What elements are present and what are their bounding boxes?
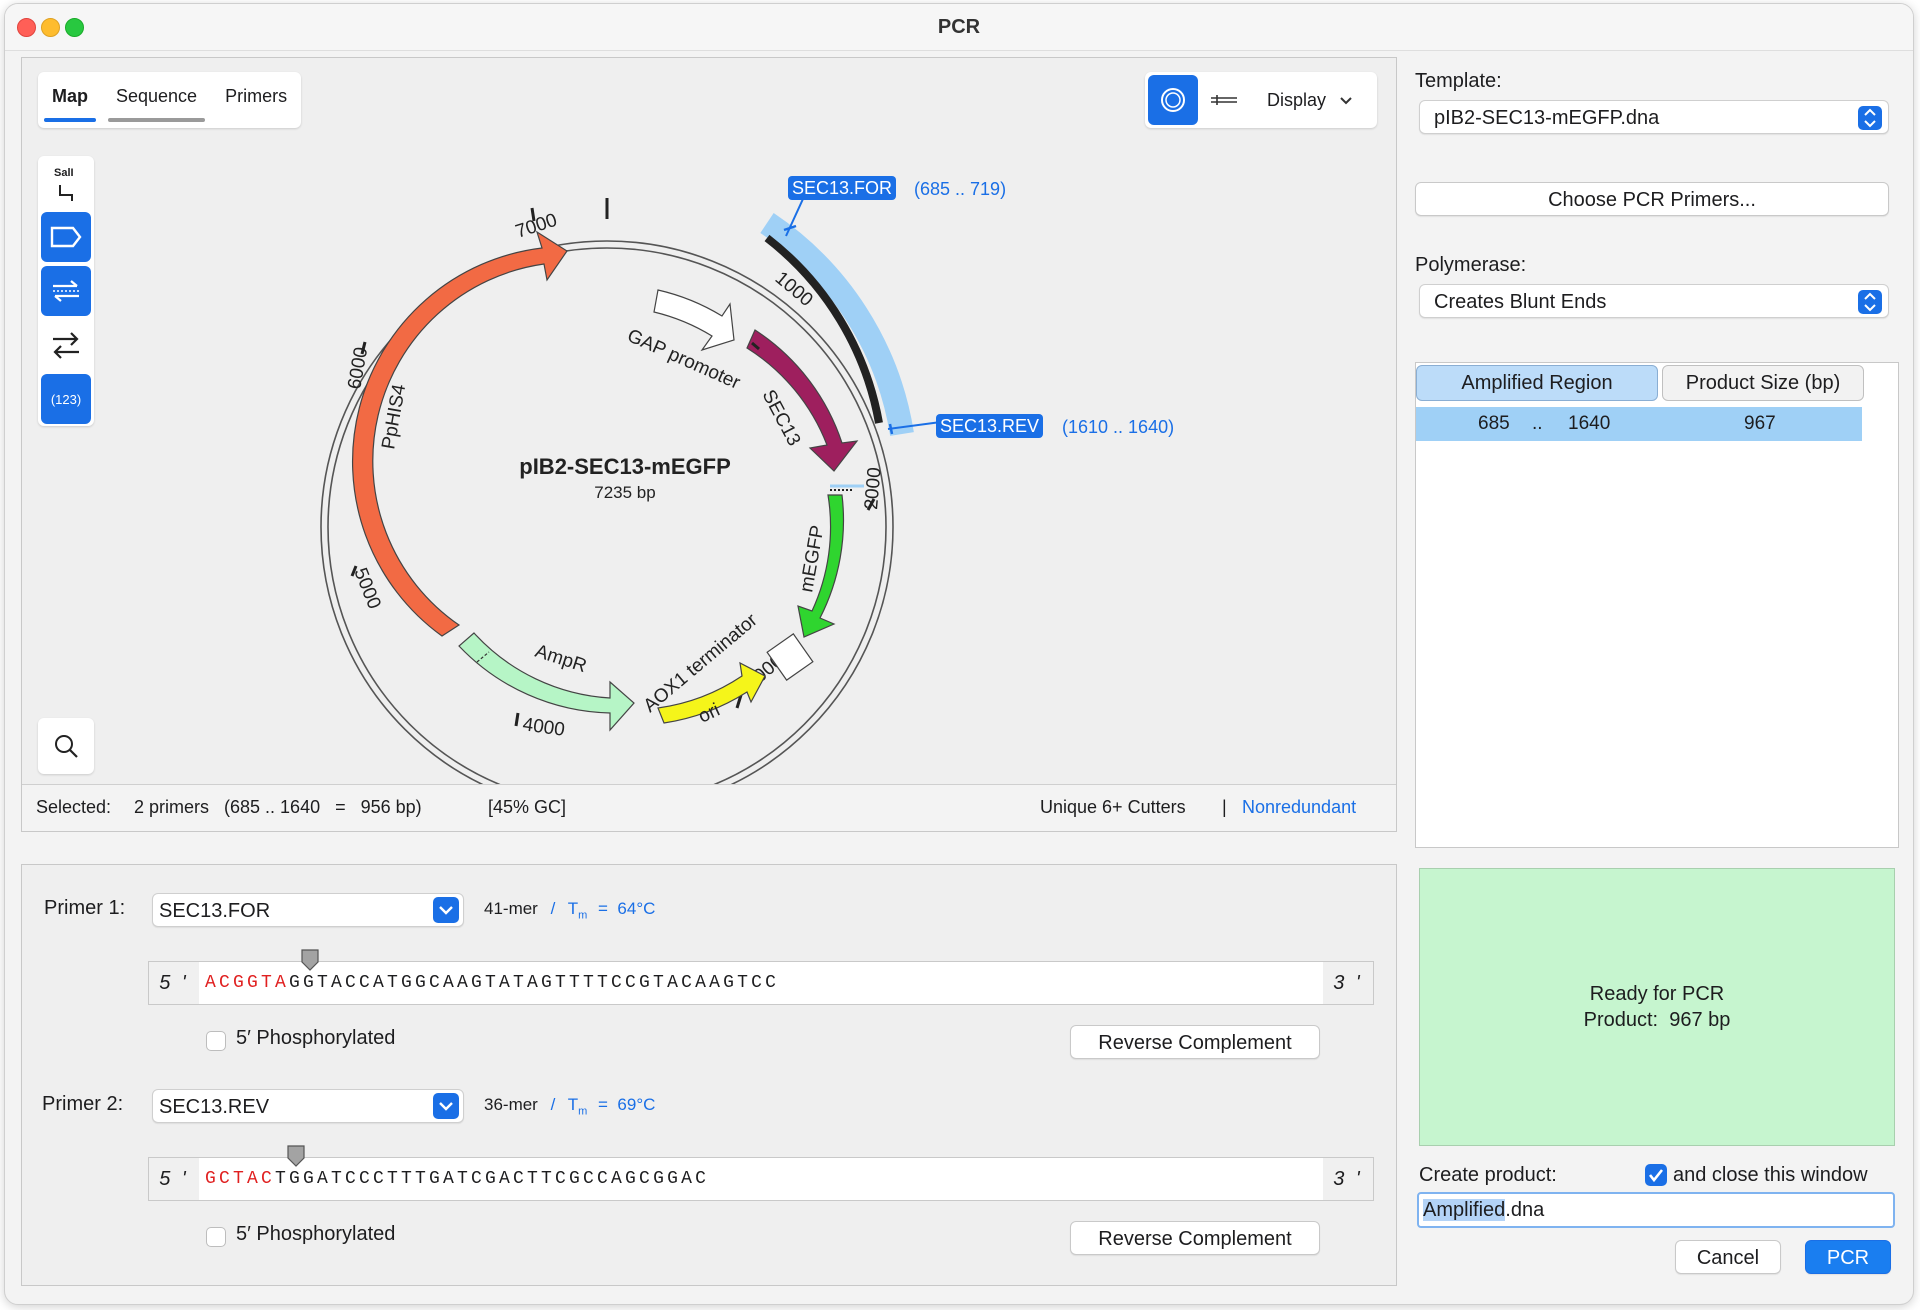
polymerase-value: Creates Blunt Ends bbox=[1434, 291, 1607, 313]
primer2-body: TGGATCCCTTTGATCGACTTCGCCAGCGGAC bbox=[275, 1169, 710, 1189]
plasmid-name: pIB2-SEC13-mEGFP bbox=[519, 454, 731, 479]
close-window-label: and close this window bbox=[1673, 1164, 1868, 1186]
row-separator: .. bbox=[1532, 413, 1543, 434]
plasmid-length: 7235 bp bbox=[594, 483, 655, 502]
ready-status-text: Ready for PCR bbox=[1589, 983, 1725, 1005]
product-filename-input[interactable]: Amplified.dna bbox=[1417, 1192, 1895, 1228]
primer1-name: SEC13.FOR bbox=[159, 900, 271, 922]
create-product-label: Create product: bbox=[1419, 1164, 1557, 1186]
primer2-3prime: 3 ' bbox=[1323, 1158, 1373, 1200]
pcr-button[interactable]: PCR bbox=[1805, 1240, 1891, 1274]
status-separator: | bbox=[1222, 797, 1227, 817]
primer1-tm-label: T bbox=[567, 899, 579, 918]
status-selected-value: 2 primers (685 .. 1640 = 956 bp) bbox=[134, 797, 422, 817]
primer1-body: GGTACCATGGCAAGTATAGTTTTCCGTACAAGTCC bbox=[289, 973, 780, 993]
primer2-meta: 36-mer / Tm = 69°C bbox=[484, 1095, 655, 1117]
primer-panel: Primer 1: SEC13.FOR 41-mer / Tm = 64°C 5… bbox=[21, 864, 1397, 1286]
primer2-length: 36-mer bbox=[484, 1095, 538, 1114]
primer2-slash: / bbox=[550, 1095, 556, 1114]
row-start: 685 bbox=[1478, 413, 1510, 434]
primer2-reverse-complement-button[interactable]: Reverse Complement bbox=[1070, 1221, 1320, 1255]
choose-pcr-primers-button[interactable]: Choose PCR Primers... bbox=[1415, 182, 1889, 216]
primer2-sequence-box[interactable]: 5 ' GCTACTGGATCCCTTTGATCGACTTCGCCAGCGGAC… bbox=[148, 1157, 1374, 1201]
primer2-tm-value: = 69°C bbox=[598, 1095, 656, 1114]
polymerase-select[interactable]: Creates Blunt Ends bbox=[1419, 284, 1889, 318]
status-cutters[interactable]: Unique 6+ Cutters bbox=[1040, 797, 1186, 818]
primer1-position-marker[interactable] bbox=[300, 948, 320, 972]
primer1-sequence-box[interactable]: 5 ' ACGGTAGGTACCATGGCAAGTATAGTTTTCCGTACA… bbox=[148, 961, 1374, 1005]
polymerase-label: Polymerase: bbox=[1415, 254, 1527, 276]
primer1-phospho-checkbox[interactable] bbox=[206, 1031, 226, 1051]
polymerase-stepper-icon bbox=[1858, 290, 1882, 314]
tick-label-2000: 2000 bbox=[861, 466, 886, 510]
primer2-select[interactable]: SEC13.REV bbox=[152, 1089, 464, 1123]
primer1-sequence[interactable]: ACGGTAGGTACCATGGCAAGTATAGTTTTCCGTACAAGTC… bbox=[205, 962, 779, 1004]
feature-label-sec13: SEC13 bbox=[758, 386, 805, 449]
primer1-length: 41-mer bbox=[484, 899, 538, 918]
primer1-tm-sub: m bbox=[578, 909, 588, 922]
template-select[interactable]: pIB2-SEC13-mEGFP.dna bbox=[1419, 100, 1889, 134]
primer1-5prime: 5 ' bbox=[149, 962, 199, 1004]
primer-range-sec13-for: (685 .. 719) bbox=[914, 179, 1007, 199]
primer1-tail: ACGGTA bbox=[205, 973, 290, 993]
primer2-tm-sub: m bbox=[578, 1105, 588, 1118]
template-label: Template: bbox=[1415, 70, 1502, 92]
title-bar: PCR bbox=[5, 4, 1913, 51]
primer-range-sec13-rev: (1610 .. 1640) bbox=[1062, 417, 1175, 437]
checkmark-icon bbox=[1648, 1169, 1664, 1183]
primer2-sequence[interactable]: GCTACTGGATCCCTTTGATCGACTTCGCCAGCGGAC bbox=[205, 1158, 709, 1200]
window-title: PCR bbox=[937, 16, 981, 38]
template-value: pIB2-SEC13-mEGFP.dna bbox=[1434, 107, 1660, 129]
filename-extension: .dna bbox=[1505, 1199, 1545, 1221]
tick-label-5000: 5000 bbox=[349, 565, 384, 612]
pcr-window: PCR Map Sequence Primers SalI (123) Disp… bbox=[4, 3, 1914, 1305]
primer1-phospho-label: 5′ Phosphorylated bbox=[236, 1027, 396, 1049]
status-bar: Selected: 2 primers (685 .. 1640 = 956 b… bbox=[22, 784, 1396, 831]
primer1-label: Primer 1: bbox=[44, 897, 126, 919]
table-row[interactable]: 685 .. 1640 967 bbox=[1416, 407, 1862, 441]
primer1-slash: / bbox=[550, 899, 556, 918]
primer1-dropdown-icon bbox=[433, 897, 459, 923]
tick-label-7000: 7000 bbox=[513, 210, 560, 243]
products-table: Amplified Region Product Size (bp) 685 .… bbox=[1415, 362, 1899, 848]
status-nonredundant[interactable]: Nonredundant bbox=[1242, 797, 1356, 818]
primer2-name: SEC13.REV bbox=[159, 1096, 270, 1118]
primer2-5prime: 5 ' bbox=[149, 1158, 199, 1200]
map-panel: Map Sequence Primers SalI (123) Display … bbox=[21, 57, 1397, 832]
primer1-select[interactable]: SEC13.FOR bbox=[152, 893, 464, 927]
primer2-dropdown-icon bbox=[433, 1093, 459, 1119]
primer-label-sec13-for[interactable]: SEC13.FOR bbox=[788, 176, 897, 200]
primer1-3prime: 3 ' bbox=[1323, 962, 1373, 1004]
primer2-tm-label: T bbox=[567, 1095, 579, 1114]
feature-label-ampr: AmpR bbox=[532, 641, 589, 677]
plasmid-map: 1000 2000 3000 4000 5000 6000 7000 PpHIS… bbox=[320, 187, 957, 784]
primer1-reverse-complement-button[interactable]: Reverse Complement bbox=[1070, 1025, 1320, 1059]
close-window-checkbox[interactable] bbox=[1645, 1164, 1667, 1186]
row-size: 967 bbox=[1744, 413, 1776, 434]
primer1-tm-value: = 64°C bbox=[598, 899, 656, 918]
ready-product-size: Product: 967 bp bbox=[1583, 1009, 1731, 1031]
primer2-tail: GCTAC bbox=[205, 1169, 276, 1189]
row-end: 1640 bbox=[1568, 413, 1611, 434]
primer2-phospho-checkbox[interactable] bbox=[206, 1227, 226, 1247]
primer-label-sec13-rev[interactable]: SEC13.REV bbox=[936, 414, 1044, 438]
status-gc: [45% GC] bbox=[488, 797, 567, 817]
template-stepper-icon bbox=[1858, 106, 1882, 130]
ready-status-panel: Ready for PCR Product: 967 bp bbox=[1419, 868, 1895, 1146]
primer2-phospho-label: 5′ Phosphorylated bbox=[236, 1223, 396, 1245]
primer2-position-marker[interactable] bbox=[286, 1144, 306, 1168]
column-product-size[interactable]: Product Size (bp) bbox=[1662, 365, 1864, 401]
primer2-label: Primer 2: bbox=[42, 1093, 124, 1115]
filename-selected: Amplified bbox=[1423, 1199, 1506, 1221]
primer1-meta: 41-mer / Tm = 64°C bbox=[484, 899, 655, 921]
cancel-button[interactable]: Cancel bbox=[1675, 1240, 1781, 1274]
column-amplified-region[interactable]: Amplified Region bbox=[1416, 365, 1658, 401]
tick-label-4000: 4000 bbox=[521, 714, 566, 741]
status-selected-label: Selected: bbox=[36, 797, 112, 817]
